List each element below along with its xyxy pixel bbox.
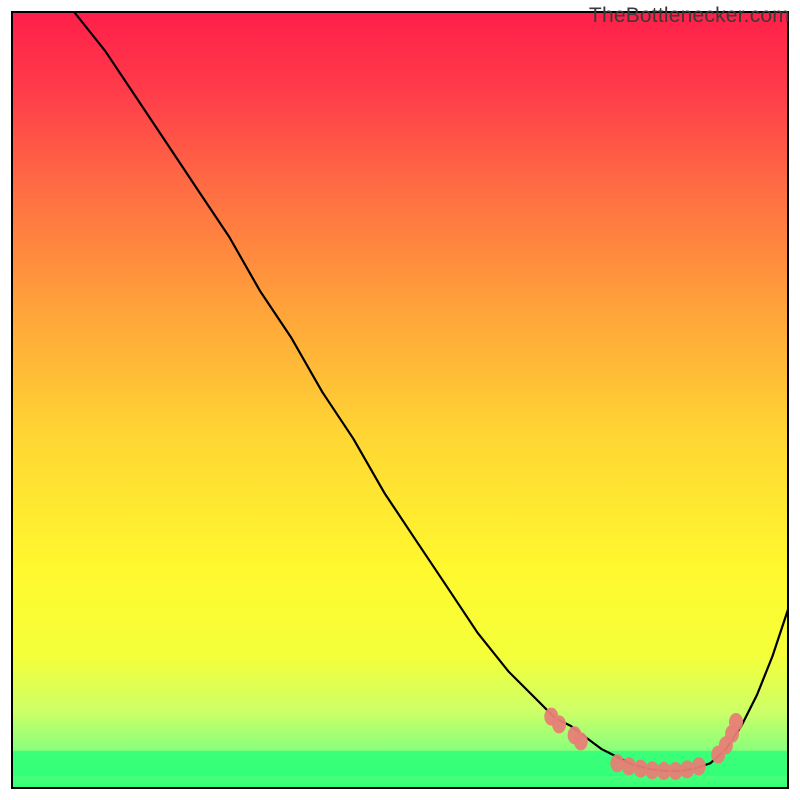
watermark-label: TheBottlenecker.com bbox=[589, 4, 790, 28]
bottleneck-chart: TheBottlenecker.com bbox=[0, 0, 800, 800]
chart-canvas bbox=[0, 0, 800, 800]
